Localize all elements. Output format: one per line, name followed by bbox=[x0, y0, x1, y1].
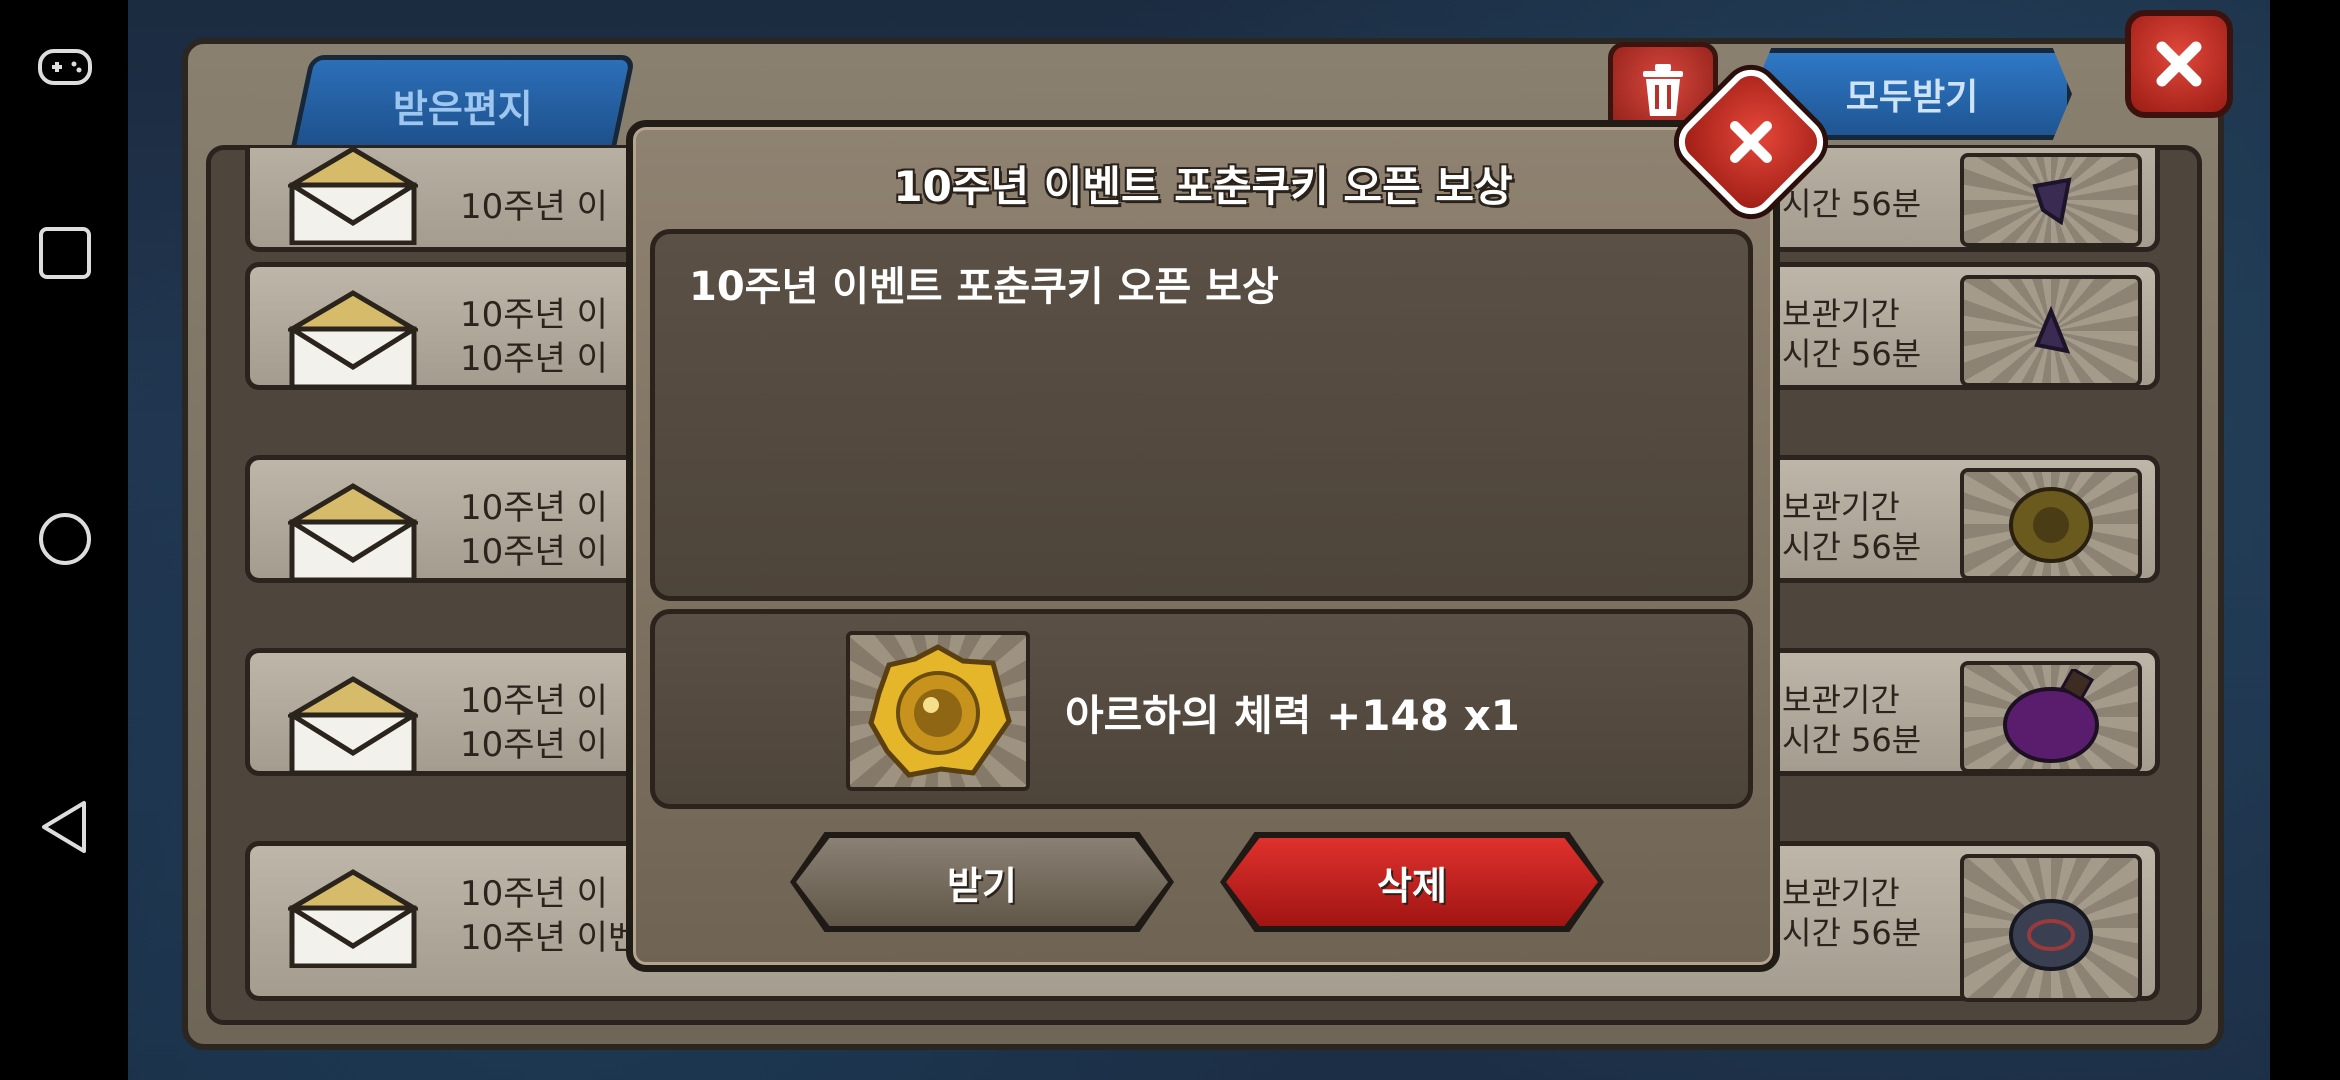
mail-row-expiry-time: 시간 56분 bbox=[1782, 914, 1922, 952]
receive-all-label: 모두받기 bbox=[1845, 77, 1979, 118]
right-black-strip bbox=[2270, 0, 2340, 1080]
reward-item-thumb bbox=[846, 631, 1030, 791]
envelope-icon bbox=[288, 483, 418, 582]
delete-button[interactable]: 삭제 bbox=[1226, 838, 1598, 926]
recents-icon[interactable] bbox=[30, 218, 100, 288]
envelope-icon bbox=[288, 869, 418, 968]
mail-row-title: 10주년 이 bbox=[460, 295, 608, 335]
mail-row-item-thumb bbox=[1960, 854, 2142, 1002]
tab-received-mail[interactable]: 받은편지 bbox=[289, 55, 636, 155]
mail-row-title: 10주년 이 bbox=[460, 488, 608, 528]
envelope-icon bbox=[288, 290, 418, 389]
delete-button-label: 삭제 bbox=[1377, 863, 1447, 908]
mail-row-item-thumb bbox=[1960, 468, 2142, 580]
mail-row-expiry-time: 시간 56분 bbox=[1782, 335, 1922, 373]
reward-item-label: 아르하의 체력 +148 x1 bbox=[1065, 691, 1520, 740]
potion-icon bbox=[2032, 177, 2072, 226]
message-body: 10주년 이벤트 포춘쿠키 오픈 보상 bbox=[650, 229, 1753, 601]
system-nav-bar bbox=[0, 0, 128, 1080]
receive-button-label: 받기 bbox=[947, 863, 1017, 908]
teapot-icon bbox=[2009, 899, 2093, 971]
mail-row-title: 10주년 이 bbox=[460, 681, 608, 721]
gamepad-icon[interactable] bbox=[30, 32, 100, 102]
mail-row-item-thumb bbox=[1960, 661, 2142, 773]
mail-row-item-thumb bbox=[1960, 153, 2142, 247]
back-icon[interactable] bbox=[30, 792, 100, 862]
mail-row-expiry-time: 시간 56분 bbox=[1782, 185, 1922, 223]
reward-panel: 아르하의 체력 +148 x1 bbox=[650, 609, 1753, 809]
close-icon bbox=[1730, 121, 1772, 163]
close-icon bbox=[2156, 41, 2202, 87]
home-icon[interactable] bbox=[30, 504, 100, 574]
tab-received-label: 받은편지 bbox=[392, 86, 533, 131]
mail-row-subtitle: 10주년 이 bbox=[460, 725, 608, 765]
golden-emblem-icon bbox=[2009, 487, 2093, 563]
envelope-icon bbox=[288, 676, 418, 775]
close-mailbox-button[interactable] bbox=[2125, 10, 2233, 118]
envelope-icon bbox=[288, 148, 418, 245]
mail-row-item-thumb bbox=[1960, 275, 2142, 387]
mail-row-subtitle: 10주년 이 bbox=[460, 339, 608, 379]
trash-icon bbox=[1643, 64, 1683, 116]
mail-row-subtitle: 10주년 이 bbox=[460, 532, 608, 572]
mail-row-expiry-time: 시간 56분 bbox=[1782, 721, 1922, 759]
mail-row-expiry-time: 시간 56분 bbox=[1782, 528, 1922, 566]
hat-icon bbox=[2034, 305, 2071, 354]
golden-emblem-icon bbox=[868, 644, 1012, 778]
receive-button[interactable]: 받기 bbox=[796, 838, 1168, 926]
message-text: 10주년 이벤트 포춘쿠키 오픈 보상 bbox=[689, 264, 1279, 310]
purple-potion-icon bbox=[2003, 669, 2099, 763]
mail-row-title: 10주년 이 bbox=[460, 874, 608, 914]
mail-row-title: 10주년 이 bbox=[460, 187, 608, 227]
dialog-title: 10주년 이벤트 포춘쿠키 오픈 보상 bbox=[893, 162, 1513, 211]
